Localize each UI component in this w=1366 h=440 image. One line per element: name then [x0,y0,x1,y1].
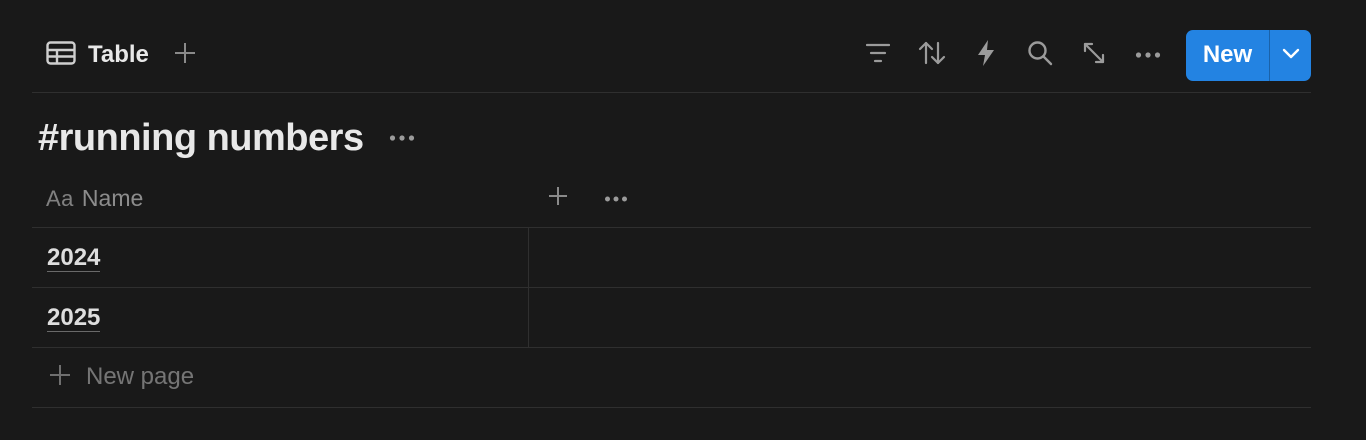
plus-icon [173,41,197,70]
chevron-down-icon [1282,46,1300,64]
new-page-label: New page [86,363,195,390]
column-header-name[interactable]: Aa Name [32,170,529,227]
search-icon [1027,40,1053,71]
title-more-button[interactable] [386,122,418,154]
add-property-button[interactable] [529,170,587,227]
search-button[interactable] [1020,35,1060,75]
text-type-icon: Aa [46,185,74,211]
column-header-label: Name [81,185,144,211]
view-toolbar: New [858,28,1311,82]
row-name[interactable]: 2025 [47,304,101,332]
database-title[interactable]: #running numbers [38,117,364,160]
more-options-button[interactable] [1128,35,1168,75]
new-button-group: New [1186,29,1311,81]
expand-icon [1082,41,1106,70]
table-row: 2025 [32,288,1311,348]
row-empty-cell[interactable] [529,288,1311,348]
add-view-button[interactable] [171,41,199,69]
more-icon [389,129,415,147]
automation-button[interactable] [966,35,1006,75]
filter-icon [865,42,891,69]
filter-button[interactable] [858,35,898,75]
more-icon [1135,46,1161,64]
new-dropdown-button[interactable] [1270,30,1311,81]
tab-table-label: Table [88,41,149,68]
row-name[interactable]: 2024 [47,244,101,272]
new-page-button[interactable]: New page [32,347,1311,407]
view-bar-divider [32,92,1311,93]
plus-icon [547,185,569,212]
plus-icon [48,363,72,392]
table-icon [46,40,76,70]
sort-button[interactable] [912,35,952,75]
sort-icon [918,40,946,71]
table-header: Aa Name [32,170,1311,227]
view-bar: Table New [32,28,1311,82]
new-button[interactable]: New [1186,29,1270,81]
table-bottom-divider [32,407,1311,408]
more-icon [604,190,628,208]
expand-button[interactable] [1074,35,1114,75]
notion-database-view: Table New #running numbers Aa Name 2024 … [0,0,1366,440]
database-title-row: #running numbers [38,112,418,164]
row-name-cell[interactable]: 2025 [32,288,529,348]
table-row: 2024 [32,228,1311,288]
view-tabs: Table [32,28,199,82]
row-name-cell[interactable]: 2024 [32,228,529,288]
column-more-button[interactable] [587,170,645,227]
row-empty-cell[interactable] [529,228,1311,288]
automation-bolt-icon [976,39,996,72]
tab-table-view[interactable]: Table [32,28,149,82]
